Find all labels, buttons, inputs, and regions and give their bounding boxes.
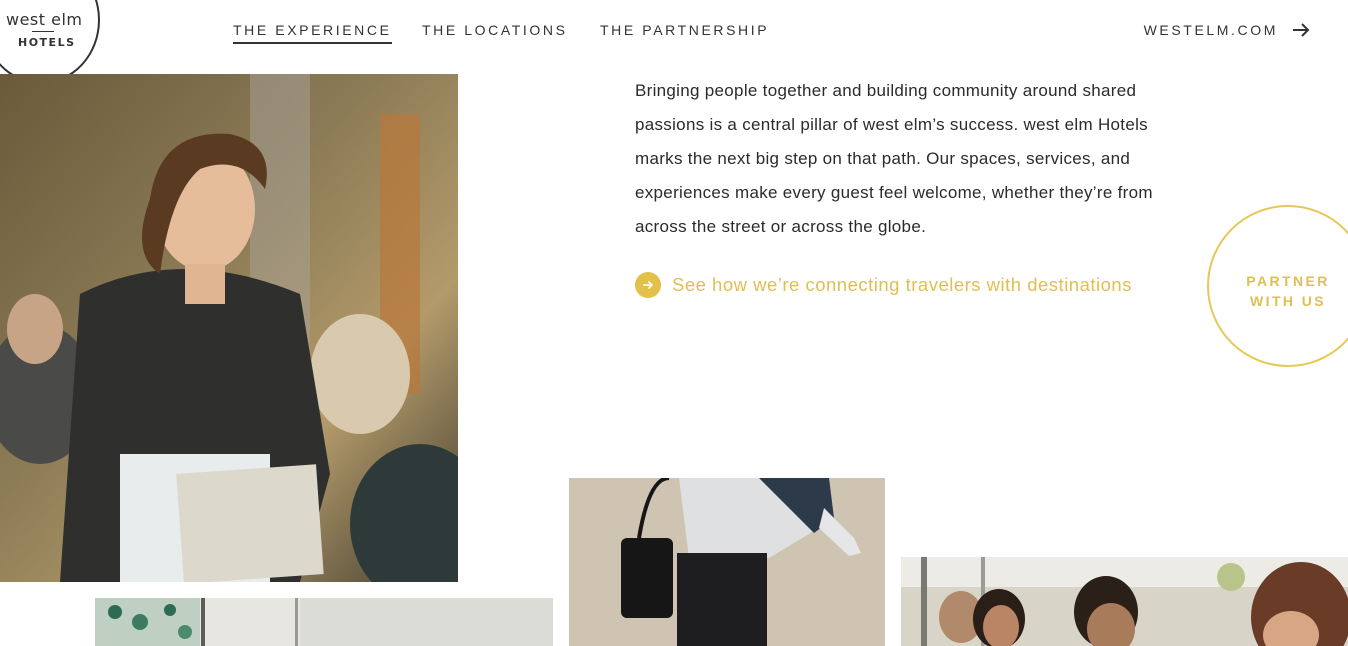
nav-the-experience[interactable]: THE EXPERIENCE [233,22,392,44]
connecting-travelers-label: See how we’re connecting travelers with … [672,274,1132,295]
restaurant-interior-photo [95,598,553,646]
arrow-right-circle-icon [635,272,661,298]
waitress-photo [0,74,458,582]
traveler-walking-photo [569,478,885,646]
logo-divider [32,31,54,32]
connecting-travelers-link[interactable]: See how we’re connecting travelers with … [635,272,1132,298]
nav-the-partnership[interactable]: THE PARTNERSHIP [600,22,769,38]
westelm-link[interactable]: WESTELM.COM [1144,22,1310,38]
partner-with-us-label: PARTNER WITH US [1246,273,1330,309]
brand-logo[interactable]: west elm HOTELS [0,0,100,84]
nav-the-locations[interactable]: THE LOCATIONS [422,22,568,38]
westelm-link-label: WESTELM.COM [1143,22,1278,38]
arrow-right-icon [1292,23,1310,37]
partner-with-us-button[interactable]: PARTNER WITH US [1207,205,1348,367]
intro-paragraph: Bringing people together and building co… [635,81,1153,236]
logo-subtitle: HOTELS [18,36,76,49]
logo-wordmark: west elm [6,10,83,29]
group-dining-photo [901,557,1348,646]
